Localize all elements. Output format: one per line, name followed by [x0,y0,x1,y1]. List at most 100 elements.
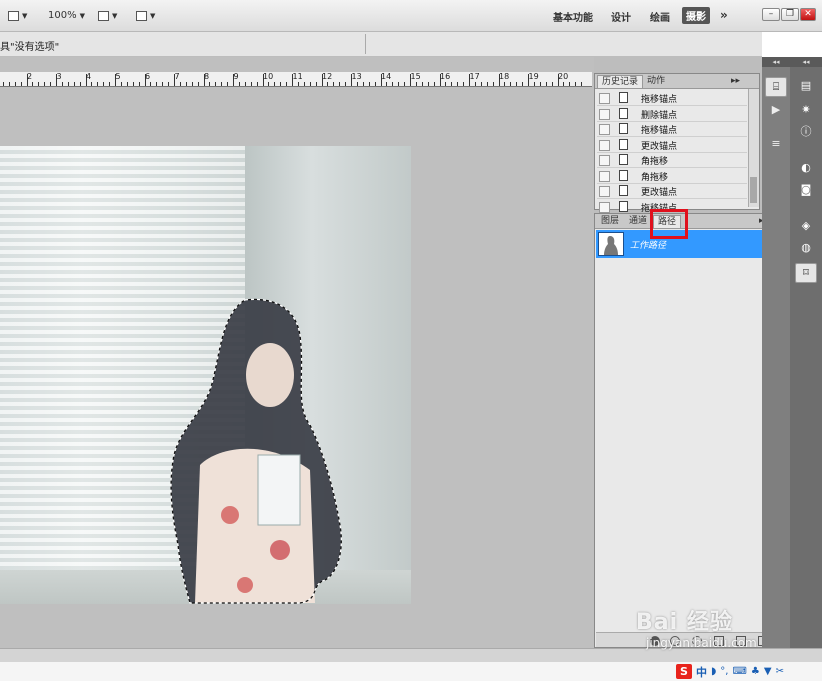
ruler-tick [428,82,429,86]
actions-icon[interactable]: ▶ [765,101,787,121]
ruler-tick [21,82,22,86]
ruler-tick [416,82,417,86]
tab-history[interactable]: 历史记录 [597,75,644,88]
ruler-tick [150,82,151,86]
fullscreen-icon [136,10,147,21]
ruler-tick [510,82,511,86]
ruler-tick [434,82,435,86]
masks-icon[interactable]: ◙ [795,181,817,201]
history-item-label: 拖移锚点 [641,126,678,136]
more-workspaces-button[interactable]: » [720,8,728,22]
panel-menu-button[interactable]: ▸▸ [727,75,744,87]
ruler-tick [369,82,370,86]
arrange-icon [98,10,109,21]
scrollbar-thumb[interactable] [750,177,757,203]
collapse-icon[interactable]: ◂◂ [790,57,822,67]
history-item[interactable]: 更改锚点 [597,183,747,199]
history-item[interactable]: 拖移锚点 [597,90,747,106]
shirt-icon[interactable]: ▼ [764,666,772,677]
tools-icon[interactable]: ✂ [776,666,784,677]
screen-view-button[interactable]: ▼ [136,8,155,23]
workspace-essentials[interactable]: 基本功能 [553,9,593,24]
ruler-tick [139,82,140,86]
minimize-button[interactable]: – [762,8,780,21]
punctuation-icon[interactable]: °, [720,666,728,677]
half-width-icon[interactable]: ◗ [711,666,716,677]
snapshot-checkbox[interactable] [599,108,610,120]
workspace-painting[interactable]: 绘画 [650,9,670,24]
ruler-tick [581,82,582,86]
ruler-tick [304,82,305,86]
workspace-design[interactable]: 设计 [611,9,631,24]
snapshot-checkbox[interactable] [599,155,610,166]
adjustments-icon[interactable]: ◐ [795,159,817,179]
panel-icon-strip: ◂◂ ⌸ ▶ ≡ [762,57,790,648]
history-icon[interactable]: ⌸ [765,77,787,97]
close-button[interactable]: ✕ [800,8,816,21]
history-item[interactable]: 角拖移 [597,168,747,184]
ruler-tick [3,82,4,86]
ruler-tick [186,82,187,86]
layers-icon[interactable]: ◈ [795,217,817,237]
ruler-tick [316,82,317,86]
ruler-tick [457,82,458,86]
ruler-tick [298,82,299,86]
restore-button[interactable]: ❐ [781,8,799,21]
screen-mode-button[interactable]: ▼ [8,8,27,23]
ruler-label: 15 [410,72,421,81]
ruler-tick [257,82,258,86]
tab-actions[interactable]: 动作 [643,75,669,87]
tab-layers[interactable]: 图层 [597,215,623,227]
snapshot-checkbox[interactable] [599,201,610,213]
snapshot-checkbox[interactable] [599,170,610,182]
ruler-tick [133,82,134,86]
ruler-tick [68,82,69,86]
histogram-icon[interactable]: ▤ [795,77,817,97]
ime-toolbar[interactable]: S 中 ◗ °, ⌨ ♣ ▼ ✂ [676,662,822,681]
ime-language[interactable]: 中 [696,664,707,680]
ruler-tick [487,82,488,86]
ruler-tick [32,82,33,86]
history-item-label: 删除锚点 [641,110,678,121]
info-icon[interactable]: ⓘ [795,123,817,143]
ruler-label: 11 [292,72,303,81]
collapse-icon[interactable]: ◂◂ [762,57,790,67]
path-name: 工作路径 [630,241,667,251]
history-panel: 历史记录 动作 ▸▸ 拖移锚点 删除锚点 拖移锚点 更改锚点 角拖移 角拖移 更改锚点 拖移锚… [594,73,760,215]
snapshot-checkbox[interactable] [599,139,610,151]
ruler-tick [516,82,517,86]
ruler-tick [540,82,541,86]
ruler-tick [227,82,228,86]
tab-channels[interactable]: 通道 [625,215,651,227]
history-item[interactable]: 角拖移 [597,152,747,168]
history-item[interactable]: 更改锚点 [597,137,747,153]
ruler-tick [504,82,505,86]
history-item[interactable]: 拖移锚点 [597,121,747,137]
snapshot-checkbox[interactable] [599,186,610,197]
sogou-logo[interactable]: S [676,664,692,679]
skin-icon[interactable]: ♣ [751,666,760,677]
ruler-tick [375,82,376,86]
navigator-icon[interactable]: ✷ [795,101,817,121]
history-item[interactable]: 删除锚点 [597,106,747,122]
paths-icon[interactable]: ⌑ [795,263,817,283]
arrange-documents-button[interactable]: ▼ [98,8,117,23]
workspace-photography[interactable]: 摄影 [682,7,710,24]
zoom-level-dropdown[interactable]: 100% ▼ [48,8,85,23]
ruler-label: 12 [322,72,333,81]
keyboard-icon[interactable]: ⌨ [732,666,746,677]
options-bar: 具"没有选项" [0,32,762,57]
options-text: 具"没有选项" [0,42,60,53]
ruler-tick [245,82,246,86]
history-item-label: 角拖移 [641,157,669,167]
tool-presets-icon[interactable]: ≡ [765,135,787,155]
ruler-tick [239,82,240,86]
channels-icon[interactable]: ◍ [795,239,817,259]
ruler-tick [451,82,452,86]
history-scrollbar[interactable] [748,89,759,207]
snapshot-checkbox[interactable] [599,93,610,104]
ruler-tick [251,82,252,86]
snapshot-checkbox[interactable] [599,124,610,135]
ruler-label: 3 [56,72,62,81]
ruler-tick [534,82,535,86]
